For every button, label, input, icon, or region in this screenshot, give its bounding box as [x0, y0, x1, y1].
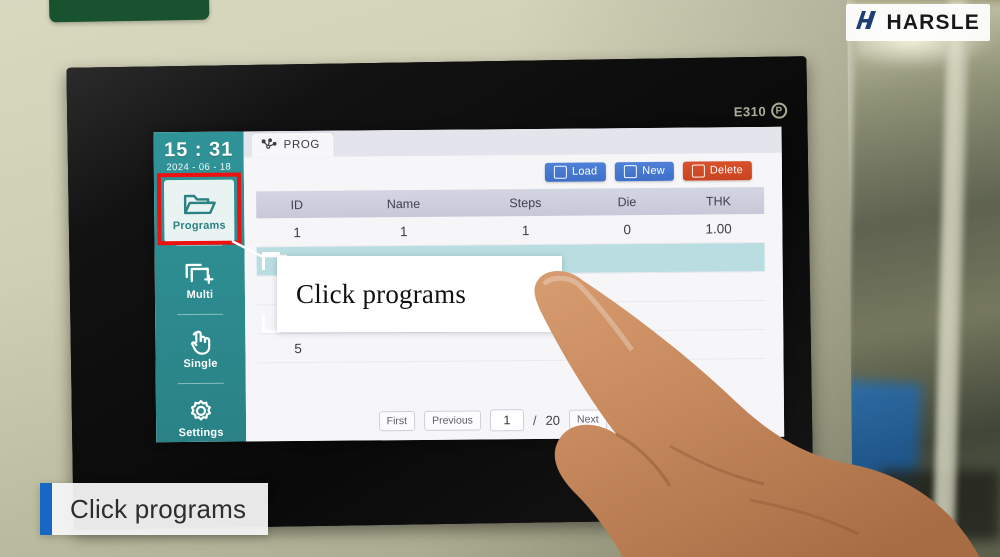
cell-thk	[674, 315, 765, 316]
page-separator: /	[532, 412, 537, 428]
screenshot-stage: E310 P 15 : 31 2024 - 06 - 18 Programs M…	[0, 0, 1000, 557]
sidebar: 15 : 31 2024 - 06 - 18 Programs Multi Si…	[153, 131, 247, 443]
clock-time: 15 : 31	[163, 138, 234, 162]
last-page-button[interactable]: Last	[615, 408, 652, 430]
cell-die: 0	[623, 221, 632, 237]
clock: 15 : 31 2024 - 06 - 18	[154, 132, 244, 178]
folder-open-icon	[182, 190, 216, 217]
cell-die	[582, 287, 673, 288]
node-graph-icon	[261, 137, 277, 153]
sidebar-item-multi[interactable]: Multi	[155, 246, 246, 315]
first-page-button[interactable]: First	[378, 411, 416, 432]
tab-prog-label: PROG	[283, 138, 320, 152]
column-header-thk: THK	[705, 193, 731, 208]
callout-text: Click programs	[296, 278, 467, 309]
new-button[interactable]: New	[615, 161, 674, 181]
page-number-input[interactable]: 1	[489, 409, 525, 432]
green-sign	[48, 0, 210, 23]
sidebar-item-programs-label: Programs	[172, 219, 226, 232]
model-badge: E310 P	[733, 102, 788, 120]
sidebar-item-settings[interactable]: Settings	[156, 383, 247, 442]
cell-die	[583, 345, 674, 346]
gear-icon	[186, 397, 216, 425]
clock-date: 2024 - 06 - 18	[166, 161, 232, 174]
new-button-label: New	[642, 164, 665, 178]
cell-thk	[674, 344, 765, 345]
sidebar-item-single-label: Single	[183, 357, 218, 371]
table-row[interactable]: 5	[257, 329, 766, 364]
cell-thk	[673, 286, 764, 287]
cell-steps	[471, 346, 583, 347]
column-header-die: Die	[617, 194, 637, 209]
load-button-label: Load	[571, 165, 598, 178]
cell-id: 5	[294, 340, 302, 356]
cell-name: 1	[399, 223, 408, 239]
toolbar: Load New Delete	[243, 152, 783, 192]
callout-box: Click programs	[277, 256, 562, 332]
delete-button[interactable]: Delete	[682, 160, 752, 181]
total-pages-label: 20	[545, 412, 561, 428]
copy-plus-icon	[183, 259, 217, 286]
harsle-logo-text: HARSLE	[886, 10, 980, 34]
load-icon	[553, 165, 568, 179]
trash-icon	[691, 163, 705, 178]
cell-thk: 1.00	[705, 220, 732, 236]
column-header-steps: Steps	[509, 195, 542, 210]
table-row[interactable]: 1 1 1 0 1.00	[256, 213, 765, 248]
cell-die	[582, 316, 673, 317]
sidebar-item-multi-label: Multi	[186, 288, 214, 301]
cell-name	[339, 347, 471, 348]
new-icon	[624, 164, 638, 178]
sidebar-item-programs[interactable]: Programs	[154, 177, 245, 246]
sidebar-item-single[interactable]: Single	[155, 314, 246, 383]
pagination: First Previous 1 / 20 Next Last	[246, 407, 784, 434]
previous-page-button[interactable]: Previous	[423, 410, 482, 431]
model-badge-p-icon: P	[771, 102, 788, 119]
cell-thk	[673, 257, 764, 258]
tab-bar: PROG	[243, 126, 782, 158]
model-badge-text: E310	[733, 103, 767, 119]
column-header-id: ID	[290, 197, 304, 212]
delete-button-label: Delete	[709, 164, 743, 177]
hand-tap-icon	[185, 328, 215, 356]
load-button[interactable]: Load	[544, 161, 607, 182]
harsle-logo: HARSLE	[846, 4, 990, 41]
harsle-h-mark-icon	[853, 8, 879, 37]
cell-id: 1	[293, 224, 301, 240]
caption-accent-bar	[40, 483, 52, 535]
sidebar-item-settings-label: Settings	[178, 426, 224, 440]
caption-banner: Click programs	[40, 483, 269, 535]
caption-text: Click programs	[70, 493, 247, 524]
column-header-name: Name	[386, 196, 421, 211]
cell-steps: 1	[521, 222, 530, 238]
cell-die	[582, 258, 673, 259]
tab-prog[interactable]: PROG	[251, 132, 335, 158]
next-page-button[interactable]: Next	[568, 409, 607, 430]
